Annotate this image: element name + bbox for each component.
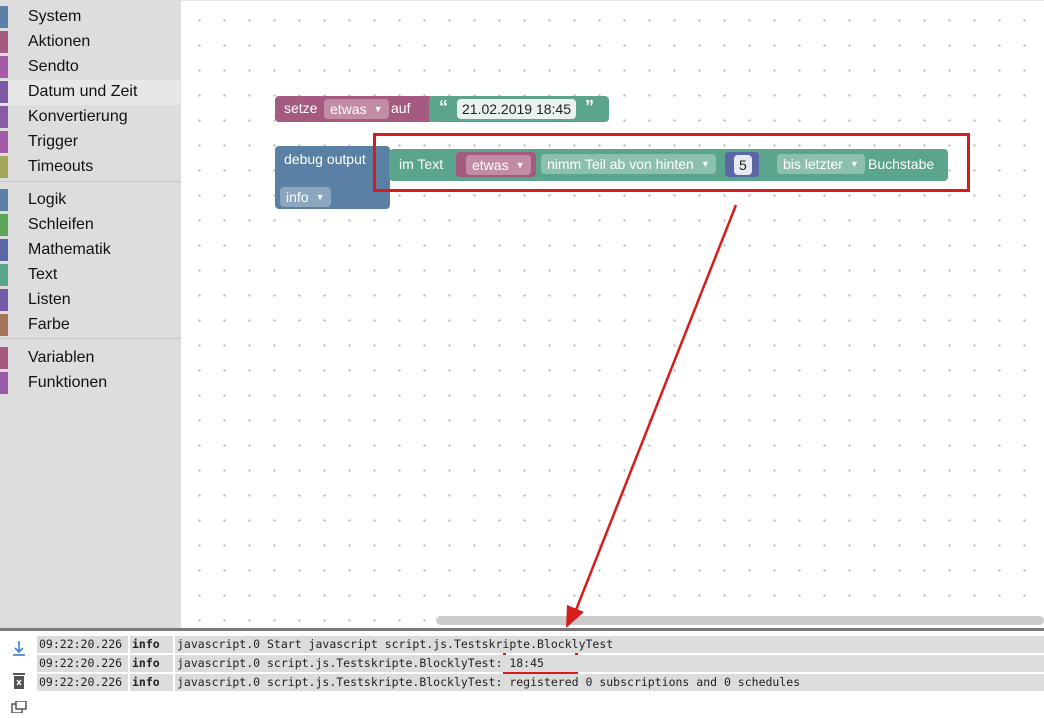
toolbox-category-funktionen[interactable]: Funktionen [0,371,181,396]
dropdown-arrow-icon: ▼ [373,104,383,114]
debug-output-label: debug output [284,151,366,167]
toolbox-category-sendto[interactable]: Sendto [0,55,181,80]
blockly-toolbox: System Aktionen Sendto Datum und Zeit Konver… [0,0,181,630]
log-level: info [130,674,173,691]
category-label: System [28,8,82,25]
log-message: javascript.0 script.js.Testskripte.Block… [175,655,1044,672]
category-label: Farbe [28,316,70,333]
dropdown-arrow-icon: ▼ [315,192,325,202]
toolbox-category-aktionen[interactable]: Aktionen [0,30,181,55]
category-label: Variablen [28,349,95,366]
debug-level-dropdown[interactable]: info ▼ [280,187,331,207]
text-value-field[interactable]: 21.02.2019 18:45 [457,99,576,119]
category-color-swatch [0,289,8,311]
dropdown-arrow-icon: ▼ [700,159,710,169]
toolbox-category-mathematik[interactable]: Mathematik [0,238,181,263]
dropdown-arrow-icon: ▼ [515,160,525,170]
toolbox-category-datum-und-zeit[interactable]: Datum und Zeit [0,80,181,105]
category-color-swatch [0,239,8,261]
toolbox-category-timeouts[interactable]: Timeouts [0,155,181,180]
category-color-swatch [0,264,8,286]
log-time: 09:22:20.226 [37,636,128,653]
text-variable-block[interactable]: etwas ▼ [456,152,536,177]
toolbox-category-schleifen[interactable]: Schleifen [0,213,181,238]
toolbox-separator [0,181,181,182]
in-text-label: im Text [399,156,444,172]
set-variable-dropdown[interactable]: etwas ▼ [324,99,389,119]
category-label: Funktionen [28,374,108,391]
category-color-swatch [0,372,8,394]
number-block[interactable]: 5 [725,152,759,177]
category-label: Aktionen [28,33,91,50]
category-color-swatch [0,189,8,211]
toolbox-separator [0,338,181,339]
close-quote-icon: ” [585,97,594,117]
log-row: 09:22:20.226 info javascript.0 script.js.T… [37,655,1044,672]
toolbox-category-text[interactable]: Text [0,263,181,288]
category-label: Datum und Zeit [28,83,138,100]
toolbox-category-logik[interactable]: Logik [0,188,181,213]
set-keyword: setze [284,100,318,116]
workspace-horizontal-scrollbar[interactable] [436,616,1044,625]
log-time: 09:22:20.226 [37,655,128,672]
toolbox-category-trigger[interactable]: Trigger [0,130,181,155]
debug-output-block[interactable]: debug output info ▼ [275,146,390,209]
substring-mode-dropdown[interactable]: nimm Teil ab von hinten ▼ [541,154,716,174]
scroll-down-icon[interactable] [10,639,28,657]
category-color-swatch [0,156,8,178]
category-color-swatch [0,214,8,236]
log-message: javascript.0 script.js.Testskripte.Block… [175,674,1044,691]
category-label: Trigger [28,133,79,150]
category-color-swatch [0,131,8,153]
category-color-swatch [0,81,8,103]
dropdown-arrow-icon: ▼ [850,159,859,169]
number-field[interactable]: 5 [734,155,752,175]
text-literal-block[interactable]: “ 21.02.2019 18:45 ” [429,96,609,122]
copy-icon[interactable] [10,700,28,718]
log-level: info [130,636,173,653]
toolbox-category-konvertierung[interactable]: Konvertierung [0,105,181,130]
end-mode-dropdown[interactable]: bis letzter ▼ [777,154,865,174]
buchstabe-label: Buchstabe [868,156,935,172]
category-label: Timeouts [28,158,94,175]
category-color-swatch [0,56,8,78]
category-label: Konvertierung [28,108,128,125]
toolbox-category-listen[interactable]: Listen [0,288,181,313]
log-message: javascript.0 Start javascript script.js.… [175,636,1044,653]
toolbox-category-system[interactable]: System [0,5,181,30]
clear-log-icon[interactable] [10,672,28,690]
blockly-workspace[interactable] [181,0,1044,629]
set-to-label: auf [391,100,411,116]
category-label: Schleifen [28,216,94,233]
category-color-swatch [0,6,8,28]
toolbox-category-farbe[interactable]: Farbe [0,313,181,338]
category-color-swatch [0,347,8,369]
log-time: 09:22:20.226 [37,674,128,691]
category-label: Mathematik [28,241,111,258]
set-variable-block[interactable]: setze etwas ▼ auf [275,96,433,122]
category-color-swatch [0,106,8,128]
category-color-swatch [0,314,8,336]
category-label: Text [28,266,58,283]
category-label: Logik [28,191,67,208]
text-variable-dropdown[interactable]: etwas ▼ [466,155,531,175]
category-color-swatch [0,31,8,53]
category-label: Listen [28,291,71,308]
open-quote-icon: “ [439,97,448,117]
log-row: 09:22:20.226 info javascript.0 Start javas… [37,636,1044,653]
log-row: 09:22:20.226 info javascript.0 script.js.T… [37,674,1044,691]
log-level: info [130,655,173,672]
toolbox-category-variablen[interactable]: Variablen [0,346,181,371]
category-label: Sendto [28,58,79,75]
